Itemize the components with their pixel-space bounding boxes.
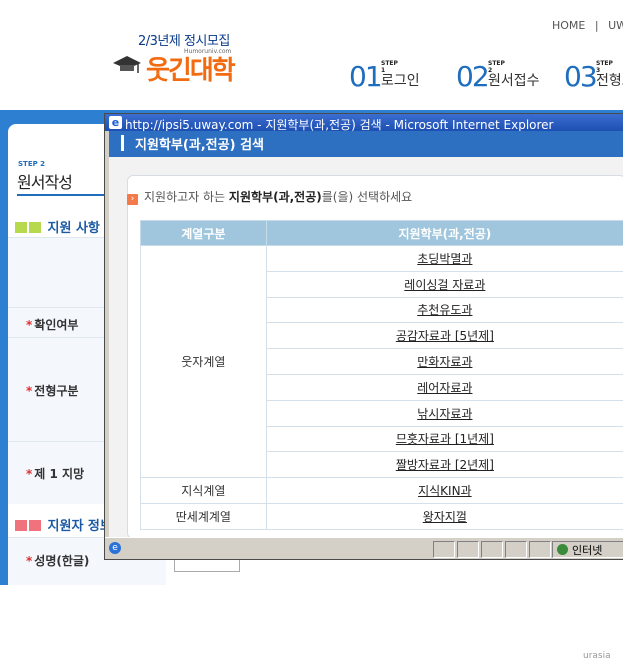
- category-cell: 지식계열: [140, 477, 267, 504]
- graduation-cap-icon: [113, 56, 141, 73]
- arrow-icon: ›: [127, 194, 138, 205]
- step-number: 02: [456, 60, 490, 93]
- zone-label: 인터넷: [572, 544, 603, 557]
- popup-header: 지원학부(과,전공) 검색: [109, 131, 623, 157]
- status-pane: [481, 541, 503, 558]
- table-row: 웃자계열 초딩박멸과: [140, 244, 623, 479]
- logo-url: Humoruniv.com: [184, 48, 232, 55]
- uway-link[interactable]: UWA: [608, 19, 623, 32]
- major-link[interactable]: 지식KIN과: [418, 484, 472, 498]
- status-bar: e 인터넷: [105, 537, 623, 559]
- major-link[interactable]: 레어자료과: [417, 381, 472, 395]
- major-cell: 지식KIN과: [265, 477, 623, 504]
- site-header: 2/3년제 정시모집 웃긴대학 Humoruniv.com HOME | UWA…: [0, 0, 623, 110]
- major-cell: 왕자지껄: [265, 502, 623, 530]
- major-cell: 레이싱걸 자료과: [265, 270, 623, 298]
- site-logo[interactable]: 웃긴대학: [146, 50, 236, 87]
- major-table: 계열구분 지원학부(과,전공) 웃자계열 초딩박멸과 레이싱걸 자료과 추천유도…: [140, 220, 623, 530]
- major-link[interactable]: 짤방자료과 [2년제]: [396, 458, 494, 472]
- step-number: 01: [349, 60, 383, 93]
- major-cell: 추천유도과: [265, 296, 623, 324]
- step-label: 로그인: [381, 73, 420, 89]
- section-marker-icon: [15, 520, 27, 531]
- major-link[interactable]: 므흣자료과 [1년제]: [396, 432, 494, 446]
- step-label: 원서접수: [488, 73, 540, 89]
- table-row: 지식계열 지식KIN과: [140, 477, 623, 504]
- status-pane: [505, 541, 527, 558]
- major-link[interactable]: 추천유도과: [417, 303, 472, 317]
- status-pane: [457, 541, 479, 558]
- home-link[interactable]: HOME: [552, 19, 585, 32]
- table-header-row: 계열구분 지원학부(과,전공): [140, 220, 623, 246]
- category-cell: 웃자계열: [140, 244, 267, 479]
- name-input[interactable]: [174, 558, 240, 572]
- logo-subtitle: 2/3년제 정시모집: [138, 34, 230, 49]
- major-link[interactable]: 초딩박멸과: [417, 252, 472, 266]
- security-zone: 인터넷: [552, 541, 623, 558]
- title-underline: [17, 194, 111, 196]
- link-separator: |: [594, 19, 599, 32]
- field-label: * 제 1 지망: [26, 467, 85, 481]
- major-link[interactable]: 공감자료과 [5년제]: [396, 329, 494, 343]
- field-label: * 성명(한글): [26, 554, 90, 568]
- column-header-major: 지원학부(과,전공): [265, 220, 623, 246]
- step-label: 전형료: [596, 73, 623, 89]
- section-marker-icon: [15, 222, 27, 233]
- major-cell: 초딩박멸과: [265, 245, 623, 272]
- major-cell: 짤방자료과 [2년제]: [265, 451, 623, 479]
- step-number: 03: [564, 60, 598, 93]
- header-bar-icon: [121, 135, 124, 151]
- globe-icon: [557, 544, 568, 555]
- popup-window: e http://ipsi5.uway.com - 지원학부(과,전공) 검색 …: [104, 113, 623, 560]
- major-cell: 낚시자료과: [265, 399, 623, 427]
- field-label: * 전형구분: [26, 384, 79, 398]
- top-links: HOME | UWA: [552, 19, 623, 32]
- major-link[interactable]: 왕자지껄: [423, 510, 467, 524]
- major-link[interactable]: 레이싱걸 자료과: [404, 278, 485, 292]
- status-pane: [433, 541, 455, 558]
- major-link[interactable]: 만화자료과: [417, 355, 472, 369]
- status-pane: [529, 541, 551, 558]
- major-cell: 공감자료과 [5년제]: [265, 322, 623, 350]
- major-cell: 만화자료과: [265, 348, 623, 375]
- column-header-category: 계열구분: [140, 220, 267, 246]
- section-title: 지원 사항: [47, 221, 100, 236]
- popup-title: 지원학부(과,전공) 검색: [135, 138, 264, 153]
- section-title: 지원자 정보: [47, 519, 112, 534]
- section-heading-apply: 지원 사항: [15, 217, 100, 236]
- ie-icon: e: [109, 116, 122, 129]
- watermark: urasia: [583, 651, 611, 661]
- major-cell: 레어자료과: [265, 373, 623, 401]
- category-cell: 딴세계계열: [140, 502, 267, 530]
- ie-page-icon: e: [109, 542, 121, 554]
- field-label: * 확인여부: [26, 318, 79, 332]
- section-heading-applicant: 지원자 정보: [15, 515, 112, 534]
- form-step-tag: STEP 2: [18, 160, 46, 168]
- instruction-text: › 지원하고자 하는 지원학부(과,전공)를(을) 선택하세요: [127, 188, 412, 205]
- major-link[interactable]: 낚시자료과: [417, 407, 472, 421]
- window-titlebar[interactable]: e http://ipsi5.uway.com - 지원학부(과,전공) 검색 …: [105, 114, 623, 132]
- major-cell: 므흣자료과 [1년제]: [265, 425, 623, 453]
- section-marker-icon: [29, 520, 41, 531]
- section-marker-icon: [29, 222, 41, 233]
- table-row: 딴세계계열 왕자지껄: [140, 502, 623, 530]
- page-title: 원서작성: [17, 173, 73, 192]
